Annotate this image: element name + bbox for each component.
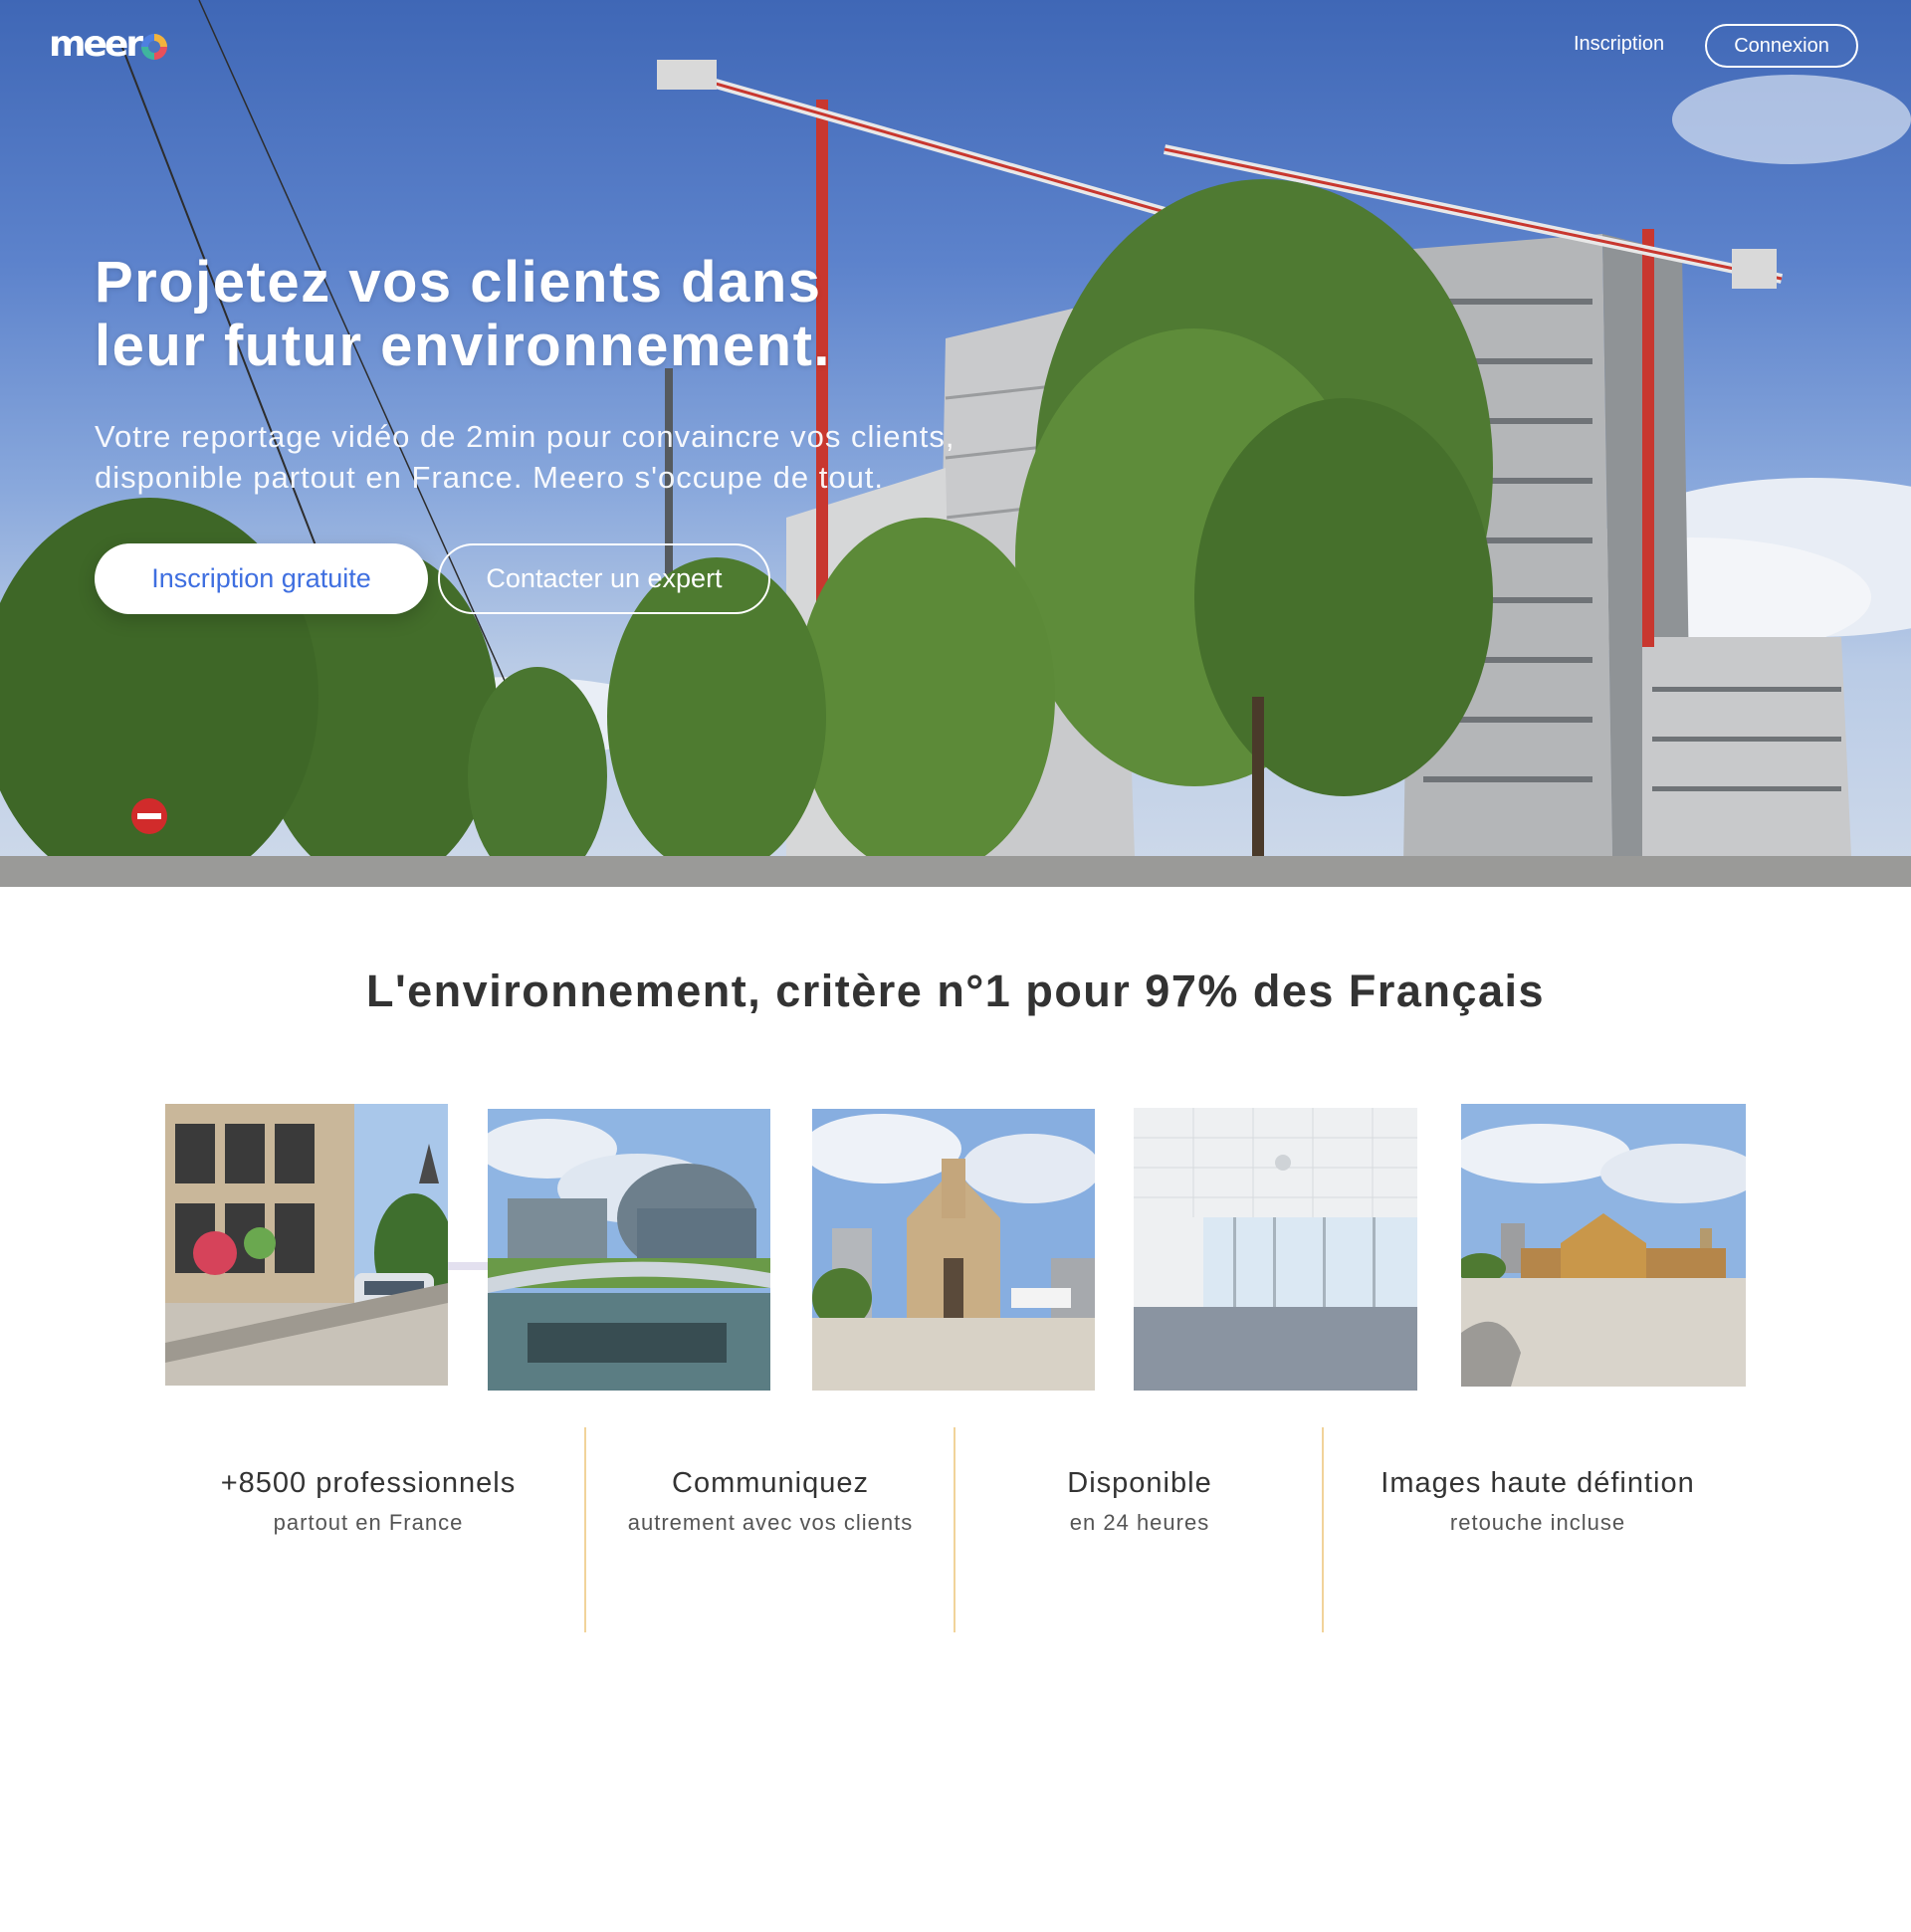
feature-communicate: Communiquez autrement avec vos clients [586,1463,955,1541]
logo-text: meer [49,23,143,65]
hero-title: Projetez vos clients dans leur futur env… [95,251,911,378]
nav-signup-link[interactable]: Inscription [1574,30,1664,58]
hero-subtitle-line-1: Votre reportage vidéo de 2min pour conva… [95,419,956,454]
hero-subtitle: Votre reportage vidéo de 2min pour conva… [95,416,1090,498]
thumbnail-connector [448,1262,488,1270]
hero-title-line-1: Projetez vos clients dans [95,250,822,315]
contact-expert-button[interactable]: Contacter un expert [438,543,770,614]
hero-subtitle-line-2: disponible partout en France. Meero s'oc… [95,460,885,495]
hero-title-line-2: leur futur environnement. [95,314,832,378]
tram-street-photo [165,1104,448,1386]
nav-login-button[interactable]: Connexion [1705,24,1858,68]
feature-title: Disponible [1067,1467,1212,1499]
church-square-photo [812,1109,1095,1391]
feature-subtitle: retouche incluse [1449,1510,1626,1535]
parliament-bridge-photo [488,1109,770,1391]
feature-hd-images: Images haute défintion retouche incluse [1324,1463,1752,1541]
logo-ring-icon [141,34,168,60]
empty-office-photo [1134,1108,1417,1391]
feature-title: Images haute défintion [1380,1467,1695,1499]
section-title: L'environnement, critère n°1 pour 97% de… [365,966,1546,1016]
meero-logo[interactable]: meer [49,23,168,65]
feature-subtitle: en 24 heures [1069,1510,1210,1535]
feature-title: +8500 professionnels [220,1467,517,1499]
feature-subtitle: autrement avec vos clients [627,1510,914,1535]
feature-title: Communiquez [672,1467,869,1499]
free-signup-button[interactable]: Inscription gratuite [95,543,428,614]
market-hall-photo [1461,1104,1746,1387]
hero-section: meer Inscription Connexion Projetez vos … [0,0,1911,887]
feature-professionals: +8500 professionnels partout en France [169,1463,567,1541]
feature-available: Disponible en 24 heures [956,1463,1324,1541]
feature-subtitle: partout en France [273,1510,464,1535]
